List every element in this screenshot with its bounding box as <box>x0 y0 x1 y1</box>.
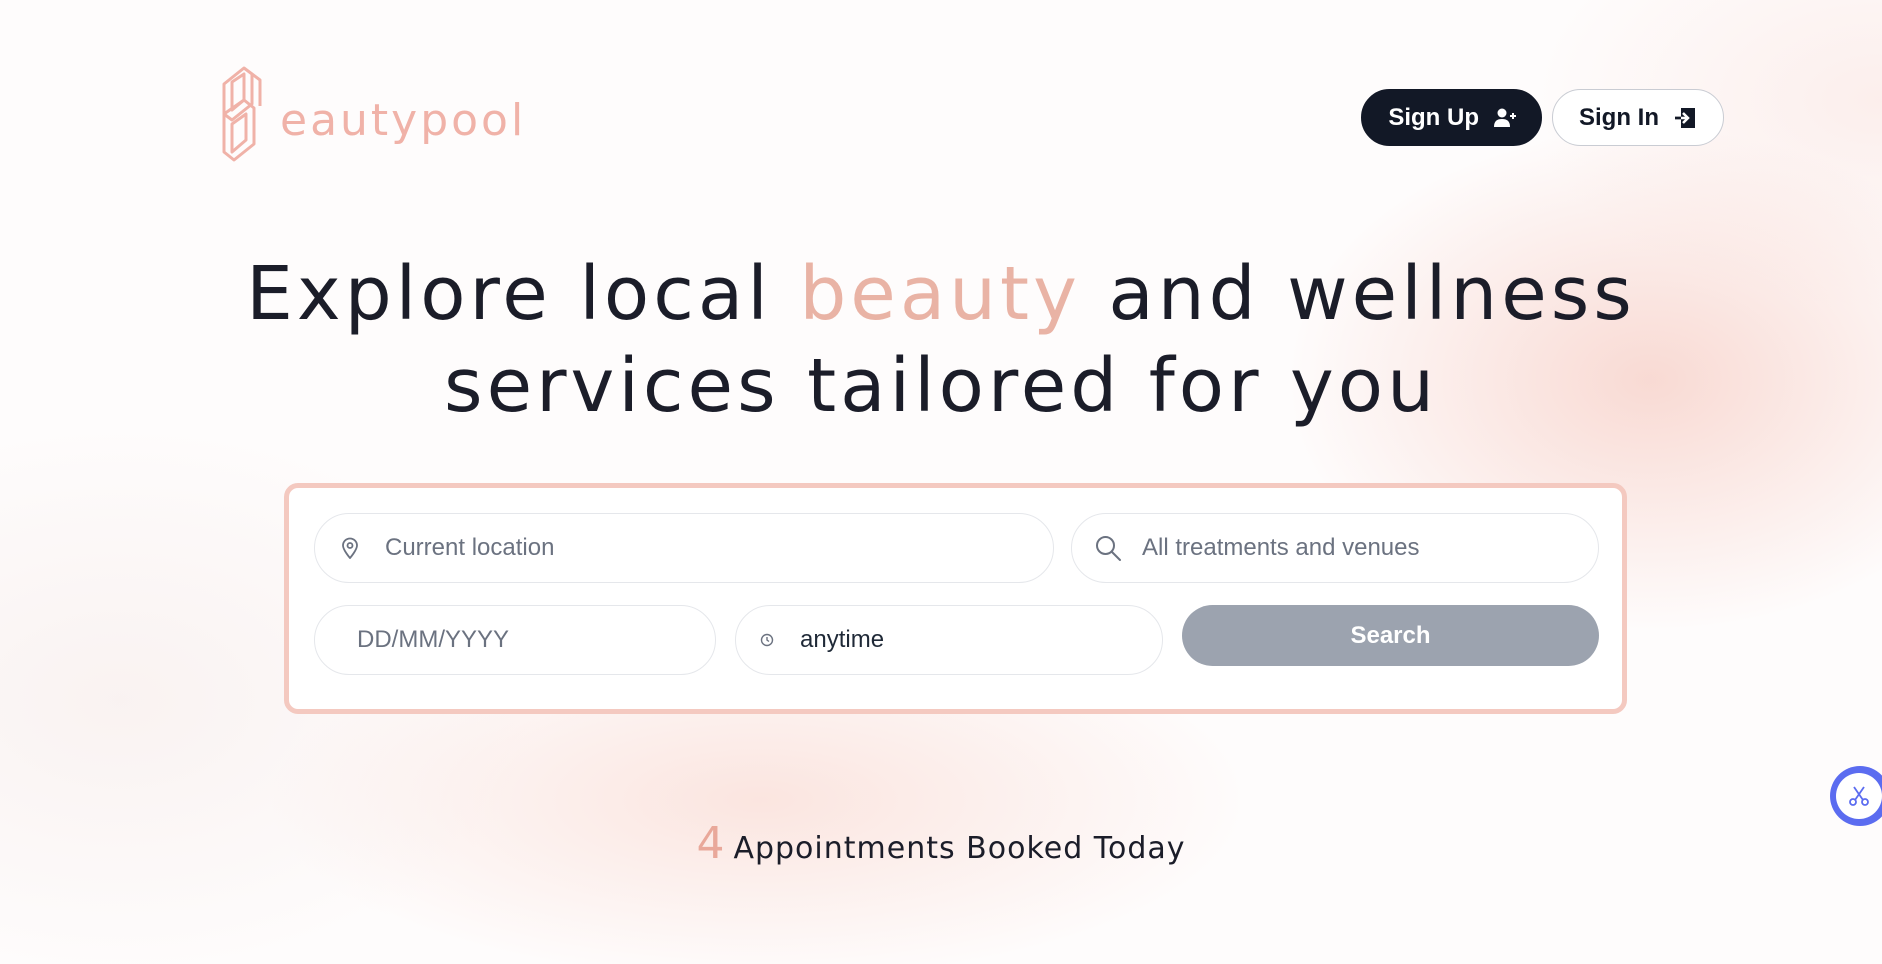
treatments-placeholder: All treatments and venues <box>1142 534 1420 561</box>
hero-line2: services tailored for you <box>444 343 1438 429</box>
appointments-count: 4 <box>696 818 726 869</box>
map-pin-icon <box>341 537 359 559</box>
sign-in-label: Sign In <box>1579 103 1659 131</box>
hero-line1-after: and wellness <box>1080 251 1636 337</box>
hero-heading: Explore local beauty and wellness servic… <box>0 248 1882 432</box>
sign-in-icon <box>1675 107 1695 128</box>
floating-booking-widget[interactable] <box>1830 766 1882 826</box>
scissors-icon <box>1836 773 1882 819</box>
location-placeholder: Current location <box>385 534 555 561</box>
date-placeholder: DD/MM/YYYY <box>357 626 510 653</box>
search-button[interactable]: Search <box>1182 605 1599 666</box>
treatments-input[interactable]: All treatments and venues <box>1071 513 1599 583</box>
clock-icon <box>760 633 774 647</box>
time-value: anytime <box>800 626 885 653</box>
sign-up-button[interactable]: Sign Up <box>1361 89 1542 146</box>
hero-line1-before: Explore local <box>246 251 800 337</box>
search-card: Current location All treatments and venu… <box>284 483 1627 714</box>
page: eautypool Sign Up Sign In Explore local … <box>0 0 1882 964</box>
brand-logo[interactable]: eautypool <box>218 64 526 164</box>
appointments-label: Appointments Booked Today <box>733 831 1186 866</box>
time-select[interactable]: anytime <box>735 605 1163 675</box>
search-button-label: Search <box>1350 621 1431 649</box>
appointments-stat: 4 Appointments Booked Today <box>0 818 1882 869</box>
sign-up-label: Sign Up <box>1388 103 1479 131</box>
auth-buttons: Sign Up Sign In <box>1361 89 1724 146</box>
logo-text: eautypool <box>280 95 527 146</box>
location-input[interactable]: Current location <box>314 513 1054 583</box>
search-icon <box>1094 534 1122 562</box>
user-plus-icon <box>1494 108 1516 127</box>
hero-accent-word: beauty <box>799 251 1081 337</box>
date-input[interactable]: DD/MM/YYYY <box>314 605 716 675</box>
logo-mark-icon <box>222 66 262 162</box>
sign-in-button[interactable]: Sign In <box>1552 89 1724 146</box>
